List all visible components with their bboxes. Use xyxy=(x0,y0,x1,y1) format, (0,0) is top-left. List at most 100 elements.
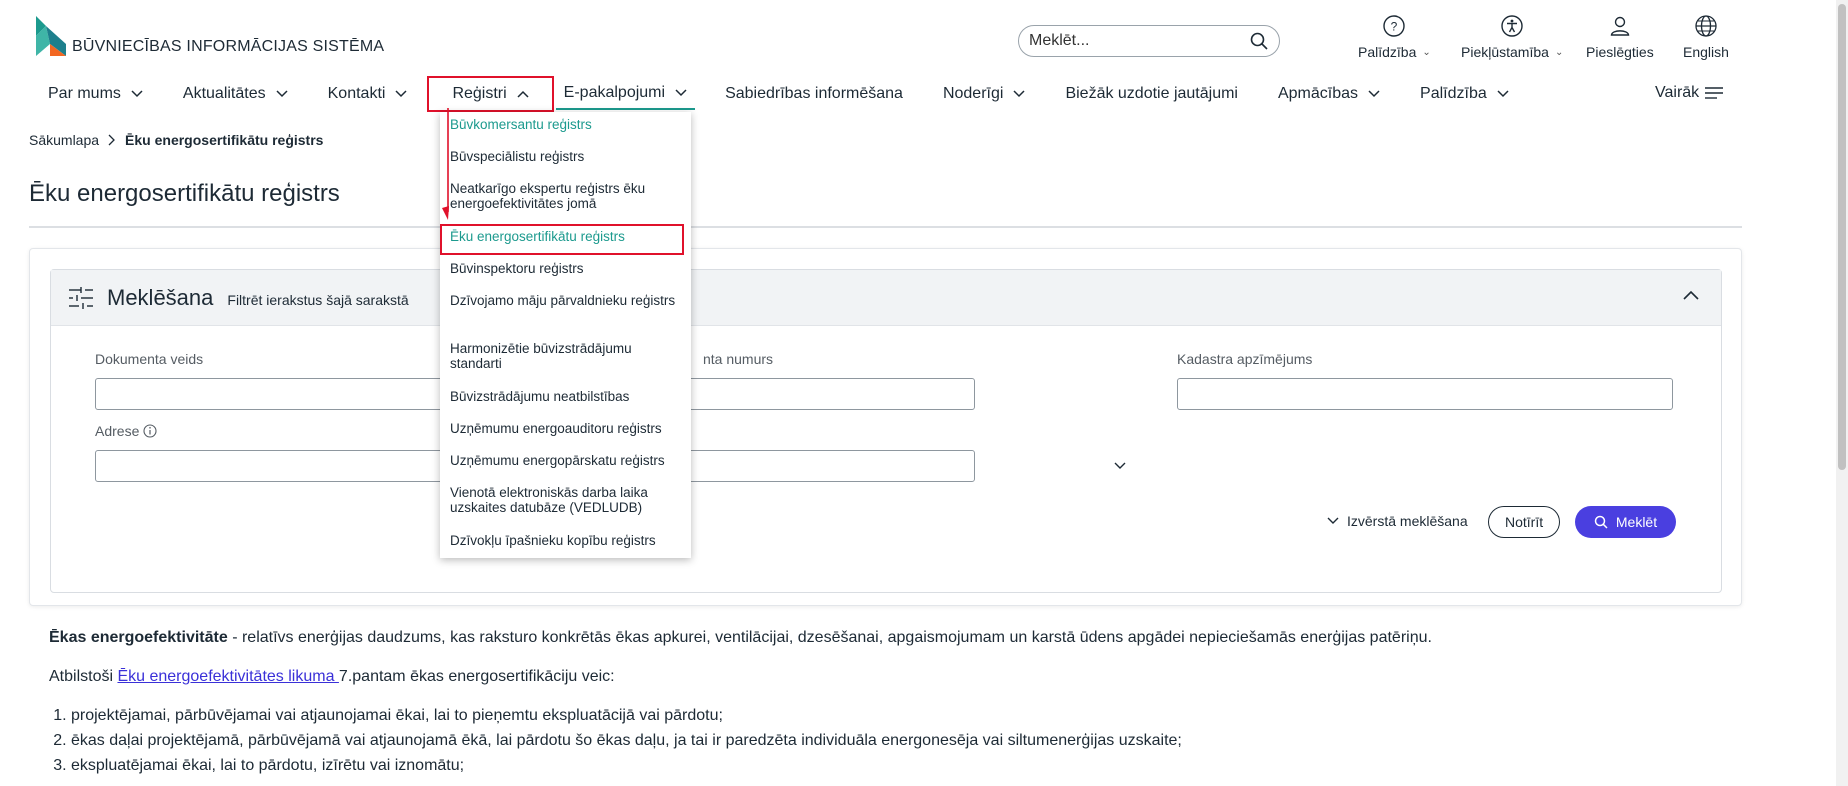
chevron-down-icon xyxy=(131,90,143,98)
help-menu[interactable]: ? Palīdzība ⌄ xyxy=(1358,14,1431,60)
accessibility-label: Piekļūstamība xyxy=(1461,44,1549,60)
nav-label: Reģistri xyxy=(452,85,507,102)
nav-label: Noderīgi xyxy=(942,85,1004,102)
accessibility-menu[interactable]: Piekļūstamība ⌄ xyxy=(1461,14,1563,60)
site-search[interactable] xyxy=(1018,25,1280,57)
highlight-box xyxy=(440,224,684,255)
accessibility-icon xyxy=(1501,15,1523,37)
chevron-down-icon xyxy=(675,89,687,97)
user-icon xyxy=(1610,16,1630,36)
clear-button[interactable]: Notīrīt xyxy=(1488,506,1561,538)
search-panel: Meklēšana Filtrēt ierakstus šajā sarakst… xyxy=(50,269,1722,593)
address-label-wrap: Adrese xyxy=(95,423,157,439)
title-divider xyxy=(29,226,1742,228)
dropdown-item-buvkomersantu[interactable]: Būvkomersantu reģistrs xyxy=(450,117,678,132)
advanced-search-label: Izvērstā meklēšana xyxy=(1347,513,1468,529)
chevron-down-icon[interactable] xyxy=(1114,462,1126,470)
address-label: Adrese xyxy=(95,423,140,439)
law-link[interactable]: Ēku energoefektivitātes likuma xyxy=(117,668,338,685)
dropdown-item-buvspecialistu[interactable]: Būvspeciālistu reģistrs xyxy=(450,149,678,164)
chevron-down-icon xyxy=(276,90,288,98)
nav-item-kontakti[interactable]: Kontakti xyxy=(308,76,428,112)
nav-more-button[interactable]: Vairāk xyxy=(1655,84,1724,102)
content-paragraph-2: Atbilstoši Ēku energoefektivitātes likum… xyxy=(49,667,1432,687)
dropdown-item-dzivoklu-ipasnieku[interactable]: Dzīvokļu īpašnieku kopību reģistrs xyxy=(450,533,678,548)
cadastre-label: Kadastra apzīmējums xyxy=(1177,351,1313,367)
svg-text:?: ? xyxy=(1391,20,1398,34)
nav-label: Sabiedrības informēšana xyxy=(725,85,903,102)
advanced-search-toggle[interactable]: Izvērstā meklēšana xyxy=(1327,513,1468,529)
certification-list: projektējamai, pārbūvējamai vai atjaunoj… xyxy=(49,706,1432,776)
dropdown-item-harmonizetie[interactable]: Harmonizētie būvizstrādājumu standarti xyxy=(450,341,678,371)
search-button[interactable]: Meklēt xyxy=(1575,506,1676,538)
page-title: Ēku energosertifikātu reģistrs xyxy=(29,180,340,207)
search-panel-subtitle: Filtrēt ierakstus šajā sarakstā xyxy=(227,291,409,308)
search-icon xyxy=(1594,515,1608,529)
registri-dropdown: Būvkomersantu reģistrs Būvspeciālistu re… xyxy=(440,112,691,558)
list-item: ekspluatējamai ēkai, lai to pārdotu, izī… xyxy=(71,756,1432,776)
site-header: BŪVNIECĪBAS INFORMĀCIJAS SISTĒMA ? Palīd… xyxy=(0,0,1836,120)
breadcrumb-home[interactable]: Sākumlapa xyxy=(29,132,99,148)
login-link[interactable]: Pieslēgties xyxy=(1586,14,1654,60)
cadastre-input[interactable] xyxy=(1177,378,1673,410)
search-button-label: Meklēt xyxy=(1615,514,1658,530)
site-search-input[interactable] xyxy=(1029,32,1249,50)
login-label: Pieslēgties xyxy=(1586,44,1654,60)
nav-item-e-pakalpojumi[interactable]: E-pakalpojumi xyxy=(555,78,696,110)
help-label: Palīdzība xyxy=(1358,44,1417,60)
logo-mark-icon xyxy=(36,16,66,56)
chevron-up-icon xyxy=(517,90,529,98)
nav-item-noderigi[interactable]: Noderīgi xyxy=(923,76,1045,112)
chevron-down-icon xyxy=(1327,517,1339,524)
chevron-right-icon xyxy=(108,134,115,146)
nav-item-par-mums[interactable]: Par mums xyxy=(28,76,163,112)
doc-type-label: Dokumenta veids xyxy=(95,351,204,367)
dropdown-item-buvizstradajumu-neatbilstibas[interactable]: Būvizstrādājumu neatbilstības xyxy=(450,389,678,404)
dropdown-item-buvinspektoru[interactable]: Būvinspektoru reģistrs xyxy=(450,261,678,276)
filter-sliders-icon xyxy=(69,286,93,309)
info-icon[interactable] xyxy=(143,424,157,438)
dropdown-item-neatkarigo-ekspertu[interactable]: Neatkarīgo ekspertu reģistrs ēku energoe… xyxy=(450,181,678,211)
chevron-up-icon[interactable] xyxy=(1683,290,1699,300)
search-panel-header[interactable]: Meklēšana Filtrēt ierakstus šajā sarakst… xyxy=(51,270,1721,326)
list-item: ēkas daļai projektējamā, pārbūvējamā vai… xyxy=(71,731,1432,751)
content-paragraph-1: Ēkas energoefektivitāte - relatīvs enerģ… xyxy=(49,628,1432,648)
p2-post: 7.pantam ēkas energosertifikāciju veic: xyxy=(338,668,615,685)
nav-item-biezak-uzdotie-jautajumi[interactable]: Biežāk uzdotie jautājumi xyxy=(1045,76,1258,112)
nav-item-palidziba[interactable]: Palīdzība xyxy=(1400,76,1529,112)
menu-lines-icon xyxy=(1705,87,1724,99)
nav-item-registri[interactable]: Reģistri xyxy=(427,76,554,112)
dropdown-item-energoparskatu[interactable]: Uzņēmumu energopārskatu reģistrs xyxy=(450,453,678,468)
page-content: Ēkas energoefektivitāte - relatīvs enerģ… xyxy=(49,628,1432,781)
chevron-down-icon xyxy=(1013,90,1025,98)
nav-item-sabiedribas-informesana[interactable]: Sabiedrības informēšana xyxy=(695,76,923,112)
language-switch[interactable]: English xyxy=(1683,14,1729,60)
chevron-down-icon: ⌄ xyxy=(1554,46,1564,58)
nav-item-aktualitates[interactable]: Aktualitātes xyxy=(163,76,308,112)
list-item: projektējamai, pārbūvējamai vai atjaunoj… xyxy=(71,706,1432,726)
doc-number-label: nta numurs xyxy=(703,351,774,367)
definition-text: - relatīvs enerģijas daudzums, kas rakst… xyxy=(227,629,1432,646)
chevron-down-icon xyxy=(1368,90,1380,98)
chevron-down-icon: ⌄ xyxy=(1422,46,1431,58)
p2-pre: Atbilstoši xyxy=(49,668,118,685)
nav-more-label: Vairāk xyxy=(1655,84,1700,101)
search-panel-title: Meklēšana xyxy=(107,284,214,310)
nav-item-apmacibas[interactable]: Apmācības xyxy=(1258,76,1400,112)
nav-label: Biežāk uzdotie jautājumi xyxy=(1065,85,1238,102)
nav-label: E-pakalpojumi xyxy=(563,84,666,101)
dropdown-item-energoauditoru[interactable]: Uzņēmumu energoauditoru reģistrs xyxy=(450,421,678,436)
site-logo[interactable]: BŪVNIECĪBAS INFORMĀCIJAS SISTĒMA xyxy=(32,14,384,56)
nav-label: Apmācības xyxy=(1277,85,1359,102)
main-nav: Par mums Aktualitātes Kontakti Reģistri … xyxy=(28,76,1529,112)
page-scrollbar[interactable] xyxy=(1836,0,1848,786)
chevron-down-icon xyxy=(395,90,407,98)
language-label: English xyxy=(1683,44,1729,60)
chevron-down-icon xyxy=(1497,90,1509,98)
dropdown-item-vedludb[interactable]: Vienotā elektroniskās darba laika uzskai… xyxy=(450,485,678,515)
search-icon[interactable] xyxy=(1249,31,1269,51)
annotation-arrow-icon xyxy=(442,108,449,220)
search-card: Meklēšana Filtrēt ierakstus šajā sarakst… xyxy=(29,248,1742,606)
dropdown-item-dzivojamo-maju[interactable]: Dzīvojamo māju pārvaldnieku reģistrs xyxy=(450,293,678,308)
scrollbar-thumb[interactable] xyxy=(1838,4,1846,470)
